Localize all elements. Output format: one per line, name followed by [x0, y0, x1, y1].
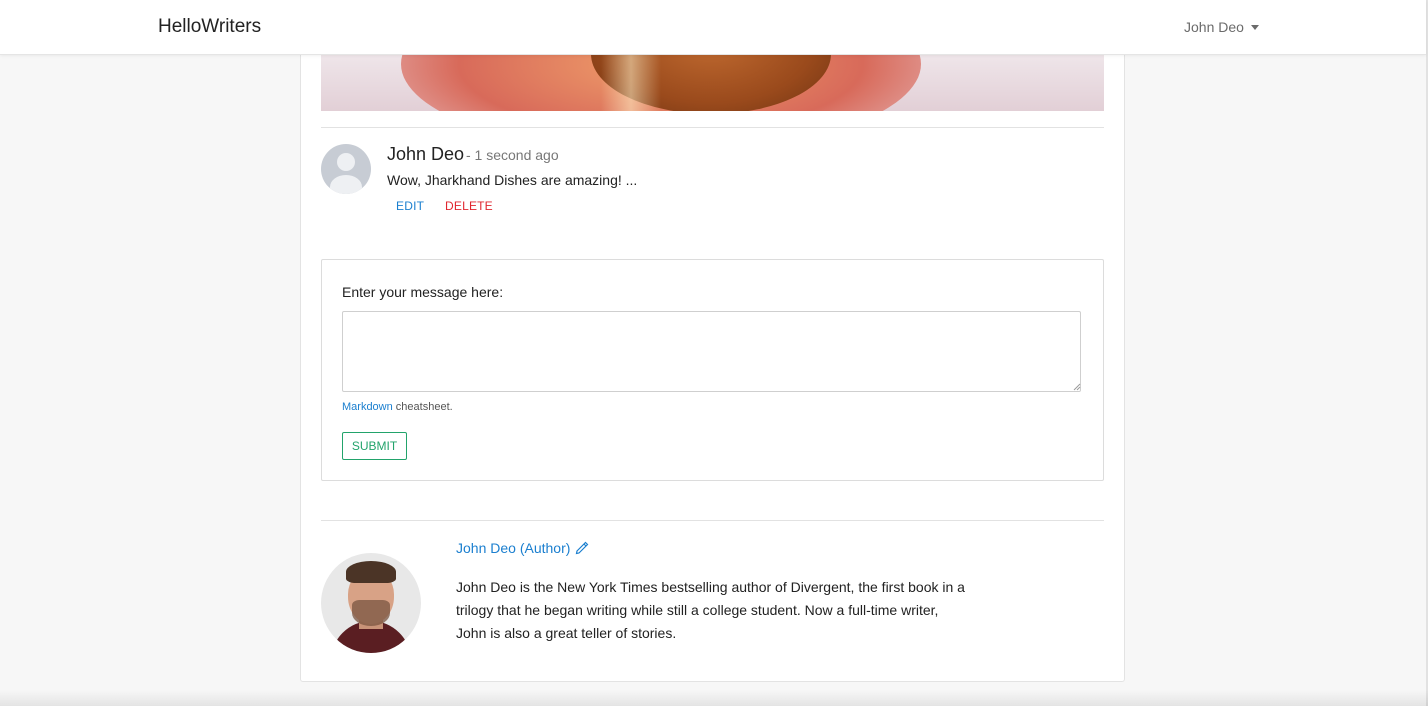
post-cover-image: [321, 54, 1104, 111]
top-navbar: HelloWriters John Deo: [0, 0, 1426, 55]
user-menu-dropdown[interactable]: John Deo: [1184, 19, 1259, 35]
author-profile-link[interactable]: John Deo (Author): [456, 540, 590, 556]
markdown-help-suffix: cheatsheet.: [392, 401, 453, 413]
user-menu-name: John Deo: [1184, 19, 1244, 35]
message-textarea[interactable]: [342, 311, 1081, 392]
edit-comment-button[interactable]: EDIT: [396, 199, 424, 213]
submit-button[interactable]: SUBMIT: [342, 432, 407, 460]
markdown-help-text: Markdown cheatsheet.: [342, 401, 453, 413]
markdown-link[interactable]: Markdown: [342, 401, 393, 413]
delete-comment-button[interactable]: DELETE: [445, 199, 493, 213]
author-name: John Deo (Author): [456, 540, 571, 556]
brand-link[interactable]: HelloWriters: [158, 16, 261, 38]
divider: [321, 127, 1104, 128]
comment-author: John Deo: [387, 144, 465, 164]
comment-timestamp: - 1 second ago: [466, 147, 559, 163]
user-placeholder-icon: [321, 144, 371, 194]
author-bio: John Deo is the New York Times bestselli…: [456, 579, 965, 641]
divider: [321, 520, 1104, 521]
pencil-icon[interactable]: [574, 540, 590, 556]
comment-text: Wow, Jharkhand Dishes are amazing! ...: [387, 172, 638, 188]
resize-grip-icon[interactable]: [1073, 383, 1081, 391]
page-bottom-shadow: [0, 690, 1428, 706]
message-label: Enter your message here:: [342, 284, 504, 300]
author-avatar: [321, 553, 421, 653]
caret-down-icon: [1250, 25, 1259, 30]
